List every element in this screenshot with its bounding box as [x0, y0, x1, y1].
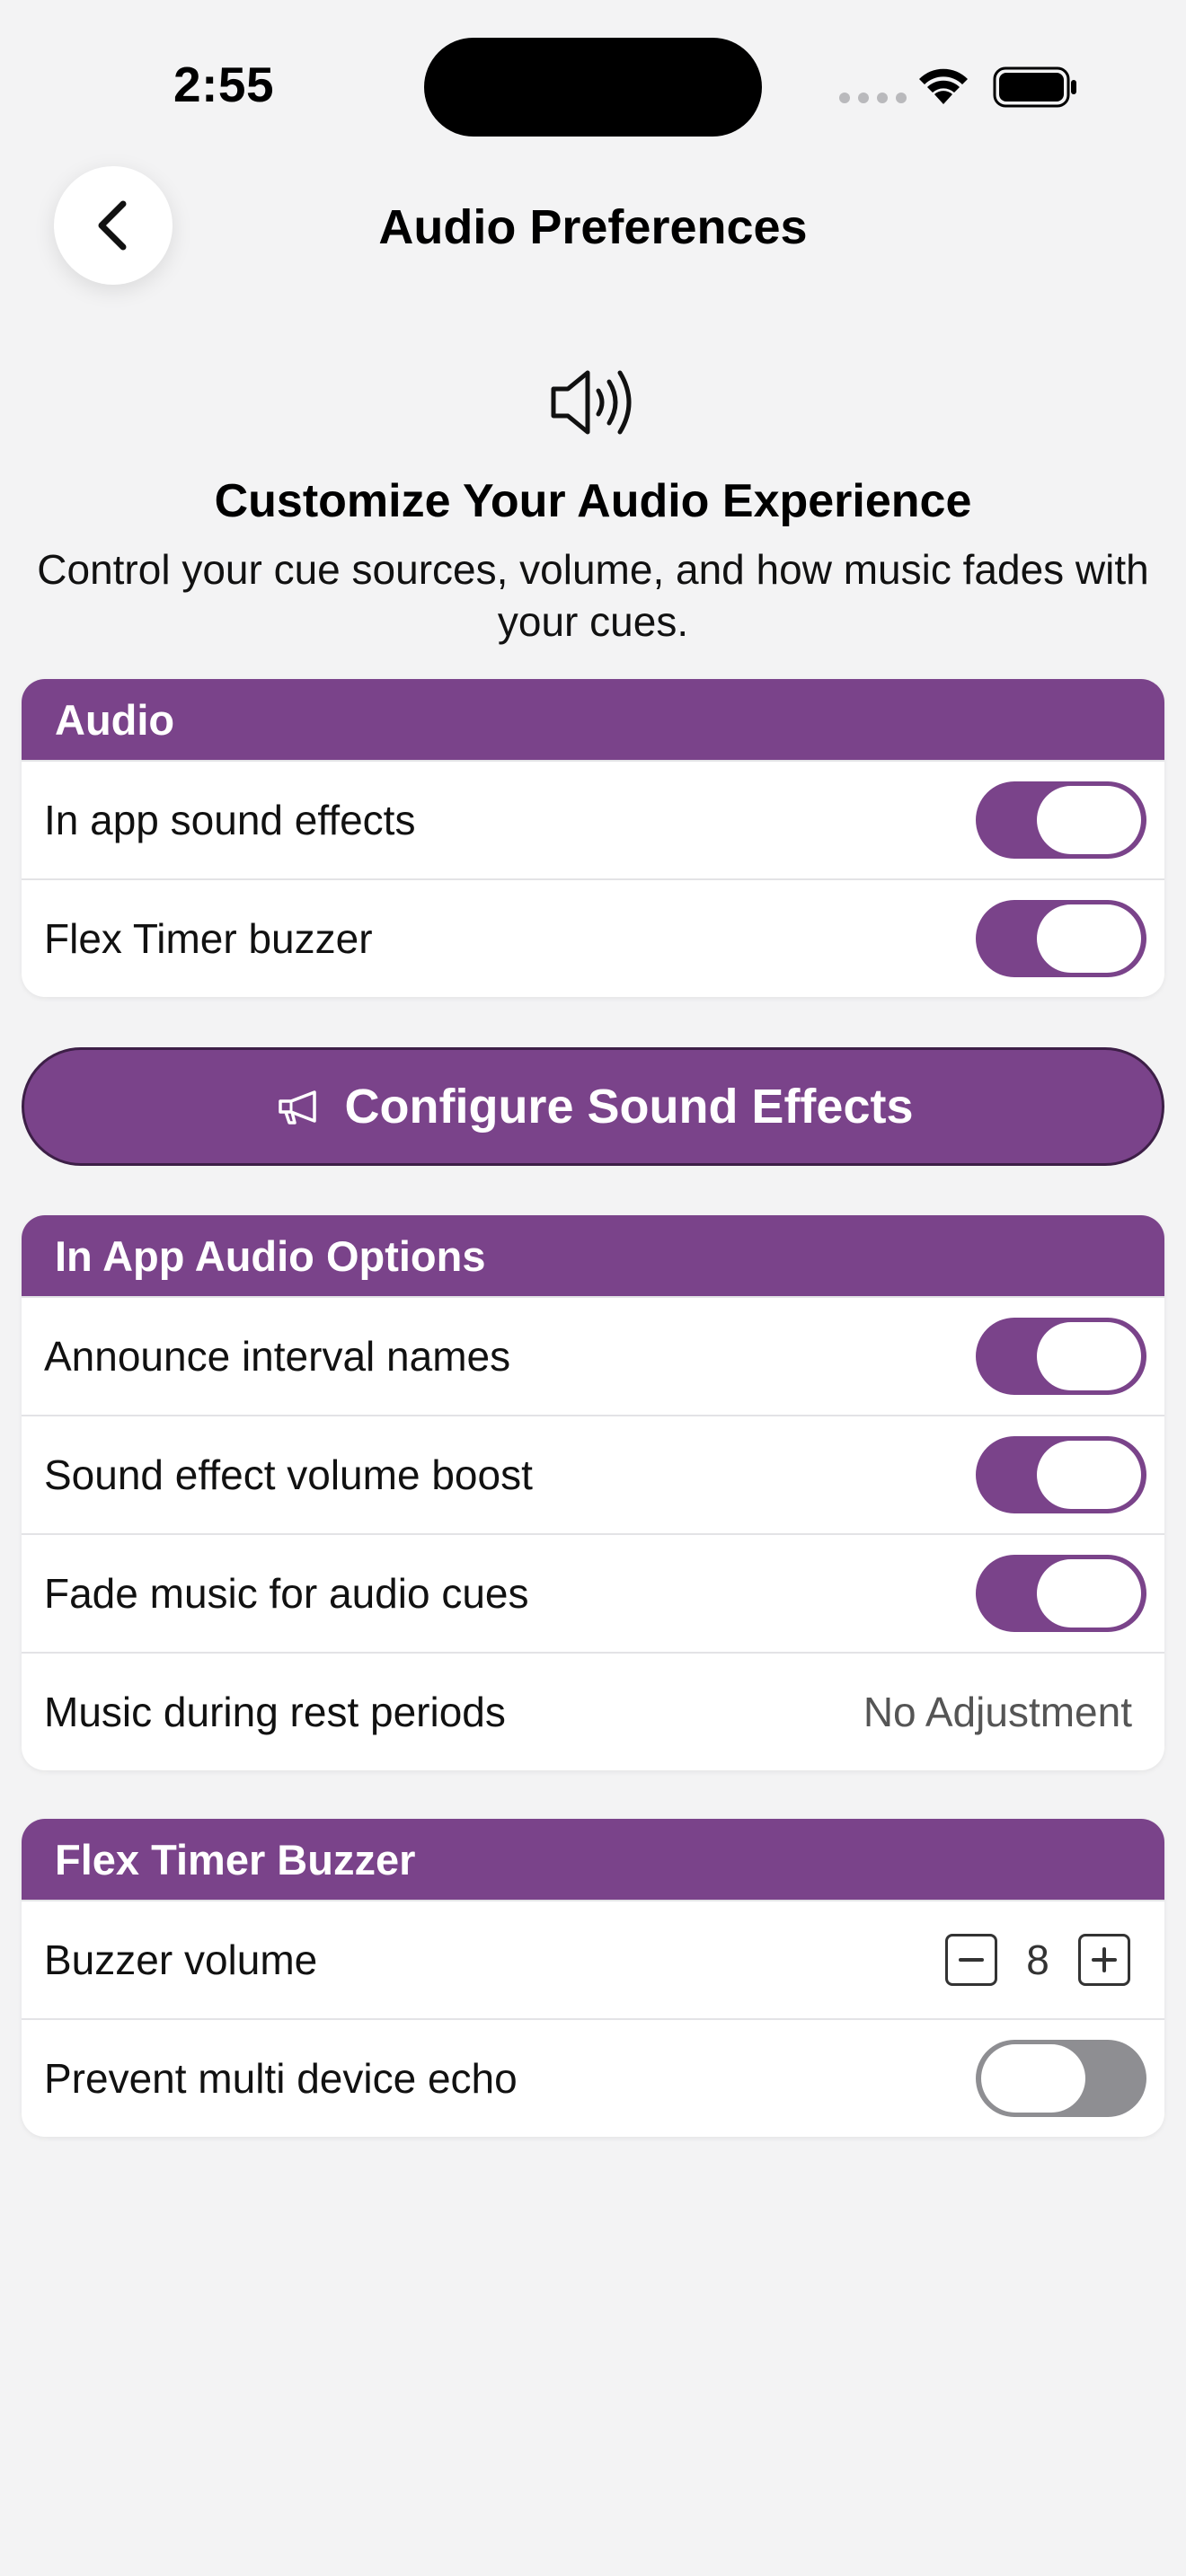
setting-label: Flex Timer buzzer: [44, 915, 373, 962]
setting-row-flex-timer-buzzer: Flex Timer buzzer: [22, 878, 1164, 997]
decrement-button[interactable]: [945, 1934, 997, 1986]
speaker-wave-icon: [551, 370, 632, 435]
hero-subtitle: Control your cue sources, volume, and ho…: [37, 546, 1149, 645]
setting-row-music-during-rest[interactable]: Music during rest periods No Adjustment: [22, 1652, 1164, 1770]
configure-sound-effects-label: Configure Sound Effects: [344, 1080, 914, 1134]
setting-label: In app sound effects: [44, 797, 416, 843]
section-header-in-app-audio-options: In App Audio Options: [22, 1215, 1164, 1296]
setting-label: Buzzer volume: [44, 1936, 318, 1983]
cellular-signal-icon: [839, 93, 907, 103]
minus-icon: [959, 1958, 984, 1962]
setting-row-sound-effect-volume-boost: Sound effect volume boost: [22, 1415, 1164, 1533]
in-app-audio-options-section: In App Audio Options Announce interval n…: [22, 1215, 1164, 1770]
status-time: 2:55: [173, 57, 275, 112]
megaphone-icon: [278, 1090, 316, 1125]
section-header-audio: Audio: [22, 679, 1164, 760]
battery-icon: [993, 66, 1076, 108]
fade-music-toggle[interactable]: [976, 1555, 1146, 1632]
flex-timer-buzzer-section: Flex Timer Buzzer Buzzer volume 8 Preven…: [22, 1819, 1164, 2137]
setting-label: Music during rest periods: [44, 1689, 506, 1735]
music-during-rest-value[interactable]: No Adjustment: [863, 1688, 1146, 1736]
page-title: Audio Preferences: [378, 200, 808, 254]
plus-icon: [1092, 1947, 1117, 1972]
in-app-sound-effects-toggle[interactable]: [976, 781, 1146, 859]
wifi-icon: [919, 68, 968, 104]
setting-row-in-app-sound-effects: In app sound effects: [22, 760, 1164, 878]
setting-label: Fade music for audio cues: [44, 1570, 529, 1617]
buzzer-volume-value: 8: [1026, 1936, 1049, 1983]
increment-button[interactable]: [1078, 1934, 1130, 1986]
dynamic-island: [424, 38, 762, 137]
prevent-echo-toggle[interactable]: [976, 2040, 1146, 2117]
announce-interval-names-toggle[interactable]: [976, 1318, 1146, 1395]
setting-label: Prevent multi device echo: [44, 2055, 518, 2102]
sound-effect-volume-boost-toggle[interactable]: [976, 1436, 1146, 1513]
buzzer-volume-stepper: 8: [945, 1934, 1146, 1986]
audio-section: Audio In app sound effects Flex Timer bu…: [22, 679, 1164, 997]
setting-row-prevent-echo: Prevent multi device echo: [22, 2018, 1164, 2137]
section-header-flex-timer-buzzer: Flex Timer Buzzer: [22, 1819, 1164, 1900]
hero-title: Customize Your Audio Experience: [214, 475, 972, 527]
setting-row-buzzer-volume: Buzzer volume 8: [22, 1900, 1164, 2018]
setting-row-fade-music: Fade music for audio cues: [22, 1533, 1164, 1652]
setting-label: Announce interval names: [44, 1333, 511, 1380]
flex-timer-buzzer-toggle[interactable]: [976, 900, 1146, 977]
setting-label: Sound effect volume boost: [44, 1451, 533, 1498]
configure-sound-effects-button[interactable]: Configure Sound Effects: [22, 1047, 1164, 1166]
setting-row-announce-interval-names: Announce interval names: [22, 1296, 1164, 1415]
